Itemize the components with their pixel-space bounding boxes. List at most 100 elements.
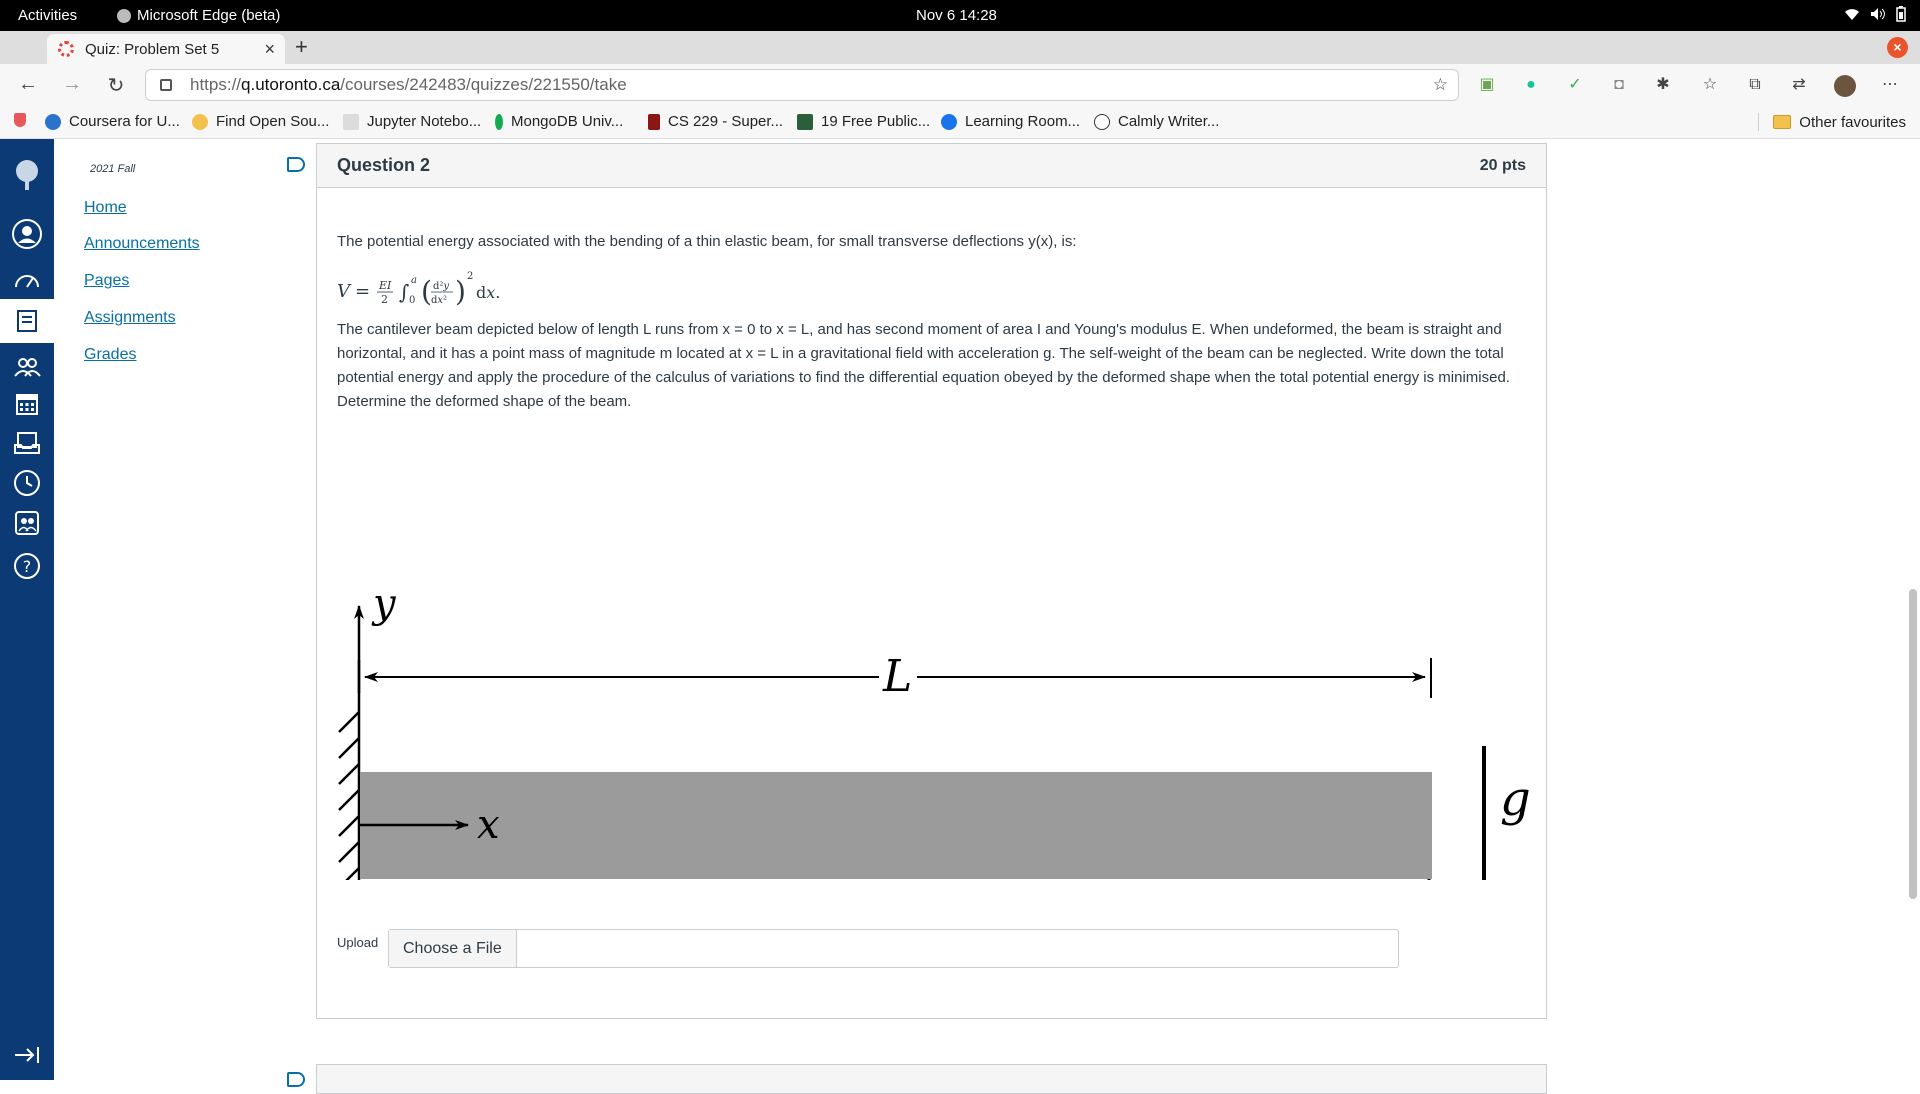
battery-icon	[1896, 6, 1906, 22]
page-scrollbar[interactable]	[1906, 139, 1920, 1080]
mouse-extension-icon[interactable]: ◘	[1609, 75, 1629, 95]
clock[interactable]: Nov 6 14:28	[916, 7, 997, 24]
upload-label: Upload	[337, 935, 379, 950]
svg-text:d²y: d²y	[433, 281, 449, 292]
bookmark-item[interactable]: MongoDB Univ...	[495, 113, 623, 130]
browser-toolbar: ← → ↻ https://q.utoronto.ca/courses/2424…	[0, 64, 1920, 106]
inbox-icon[interactable]	[11, 427, 43, 459]
university-logo-icon[interactable]	[11, 159, 43, 191]
term-label: 2021 Fall	[90, 163, 136, 175]
app-menu[interactable]: Microsoft Edge (beta)	[117, 7, 280, 24]
jupyter-icon	[343, 113, 359, 130]
refresh-icon[interactable]: ↻	[104, 73, 128, 98]
collections-icon[interactable]: ⧉	[1745, 75, 1765, 95]
x-axis-label: x	[477, 802, 500, 848]
grammarly-icon[interactable]: ●	[1521, 75, 1541, 95]
more-menu-icon[interactable]: ⋯	[1880, 75, 1900, 95]
info-icon	[941, 113, 957, 130]
question-header: Question 2 20 pts	[317, 144, 1546, 188]
favourite-star-icon[interactable]: ☆	[1433, 75, 1448, 95]
system-top-bar: Activities Microsoft Edge (beta) Nov 6 1…	[0, 0, 1920, 31]
beam	[360, 772, 1432, 879]
question-card: Question 2 20 pts The potential energy a…	[316, 143, 1547, 1019]
svg-text:a: a	[411, 275, 417, 286]
svg-text:0: 0	[409, 295, 415, 306]
emoji-icon	[192, 113, 208, 130]
share-icon[interactable]: ⇄	[1789, 75, 1809, 95]
cantilever-diagram: y L x g	[337, 440, 1537, 1014]
dashboard-icon[interactable]	[11, 264, 43, 296]
folder-icon	[1773, 115, 1792, 129]
nav-pages-link[interactable]: Pages	[84, 272, 129, 290]
window-close-icon[interactable]: ×	[1887, 37, 1908, 58]
bookmark-item[interactable]: Coursera for U...	[45, 113, 180, 130]
svg-text:=: =	[355, 281, 370, 302]
nav-home-link[interactable]: Home	[84, 199, 127, 217]
canvas-favicon-icon	[58, 41, 74, 57]
file-upload-field[interactable]: Choose a File	[388, 929, 1399, 968]
help-icon[interactable]: ?	[11, 550, 43, 582]
svg-text:∫: ∫	[399, 280, 409, 304]
extensions-icon[interactable]: ✱	[1653, 75, 1673, 95]
account-icon[interactable]	[11, 218, 43, 250]
dollar-icon	[797, 113, 813, 130]
tab-quiz[interactable]: Quiz: Problem Set 5 ×	[47, 34, 285, 64]
question-paragraph: The cantilever beam depicted below of le…	[337, 321, 1510, 410]
wifi-icon	[1845, 9, 1859, 20]
other-favourites[interactable]: Other favourites	[1758, 113, 1906, 131]
system-tray[interactable]	[1844, 6, 1906, 22]
forward-icon[interactable]: →	[60, 73, 84, 96]
bookmark-item[interactable]: CS 229 - Super...	[648, 113, 783, 130]
question-intro: The potential energy associated with the…	[337, 233, 1077, 250]
energy-formula: V = EI 2 ∫ a 0 ( d²y dx² ) 2 dx.	[337, 267, 537, 320]
next-question-card	[316, 1064, 1547, 1094]
course-navigation: 2021 Fall Home Announcements Pages Assig…	[54, 139, 284, 1080]
pocket-icon[interactable]	[14, 113, 26, 127]
volume-icon	[1871, 8, 1885, 20]
address-bar[interactable]: https://q.utoronto.ca/courses/242483/qui…	[145, 69, 1459, 101]
activities-button[interactable]: Activities	[18, 7, 77, 24]
bookmark-item[interactable]: Calmly Writer...	[1094, 113, 1219, 130]
tab-title: Quiz: Problem Set 5	[85, 40, 220, 58]
nav-assignments-link[interactable]: Assignments	[84, 309, 176, 327]
gravity-label: g	[1500, 771, 1531, 827]
svg-text:2: 2	[381, 293, 388, 306]
courses-icon[interactable]	[0, 299, 54, 343]
history-clock-icon[interactable]	[11, 467, 43, 499]
stanford-icon	[648, 113, 660, 130]
svg-text:dx.: dx.	[476, 283, 500, 302]
calendar-icon[interactable]	[11, 388, 43, 420]
edge-icon	[117, 8, 131, 23]
app-name: Microsoft Edge (beta)	[137, 7, 281, 24]
flag-question-icon[interactable]	[287, 157, 305, 172]
nav-announcements-link[interactable]: Announcements	[84, 235, 200, 253]
svg-text:V: V	[337, 281, 352, 302]
back-icon[interactable]: ←	[16, 73, 40, 96]
collapse-nav-icon[interactable]	[11, 1039, 43, 1071]
profile-avatar[interactable]	[1834, 75, 1856, 97]
wall-hatching	[338, 711, 360, 941]
choose-file-button[interactable]: Choose a File	[389, 930, 517, 967]
svg-text:EI: EI	[378, 279, 392, 292]
favourites-icon[interactable]: ☆	[1700, 75, 1720, 95]
scrollbar-thumb[interactable]	[1909, 589, 1917, 899]
length-label: L	[882, 651, 912, 702]
new-tab-icon[interactable]: +	[295, 34, 308, 60]
url-text: https://q.utoronto.ca/courses/242483/qui…	[190, 75, 627, 94]
coursera-icon	[45, 113, 61, 130]
inbox-extension-icon[interactable]: ▣	[1477, 75, 1497, 95]
bookmark-item[interactable]: Jupyter Notebo...	[343, 113, 481, 130]
mongodb-leaf-icon	[495, 113, 503, 130]
cup-icon	[1094, 113, 1110, 130]
commons-icon[interactable]	[11, 507, 43, 539]
bookmark-item[interactable]: Learning Room...	[941, 113, 1080, 130]
lock-icon[interactable]	[160, 79, 172, 91]
groups-icon[interactable]	[11, 351, 43, 383]
bookmark-item[interactable]: Find Open Sou...	[192, 113, 329, 130]
question-title: Question 2	[337, 155, 431, 175]
bookmark-item[interactable]: 19 Free Public...	[797, 113, 930, 130]
close-tab-icon[interactable]: ×	[264, 39, 275, 60]
global-navigation: ?	[0, 139, 54, 1080]
nav-grades-link[interactable]: Grades	[84, 346, 136, 364]
check-extension-icon[interactable]: ✓	[1565, 75, 1585, 95]
